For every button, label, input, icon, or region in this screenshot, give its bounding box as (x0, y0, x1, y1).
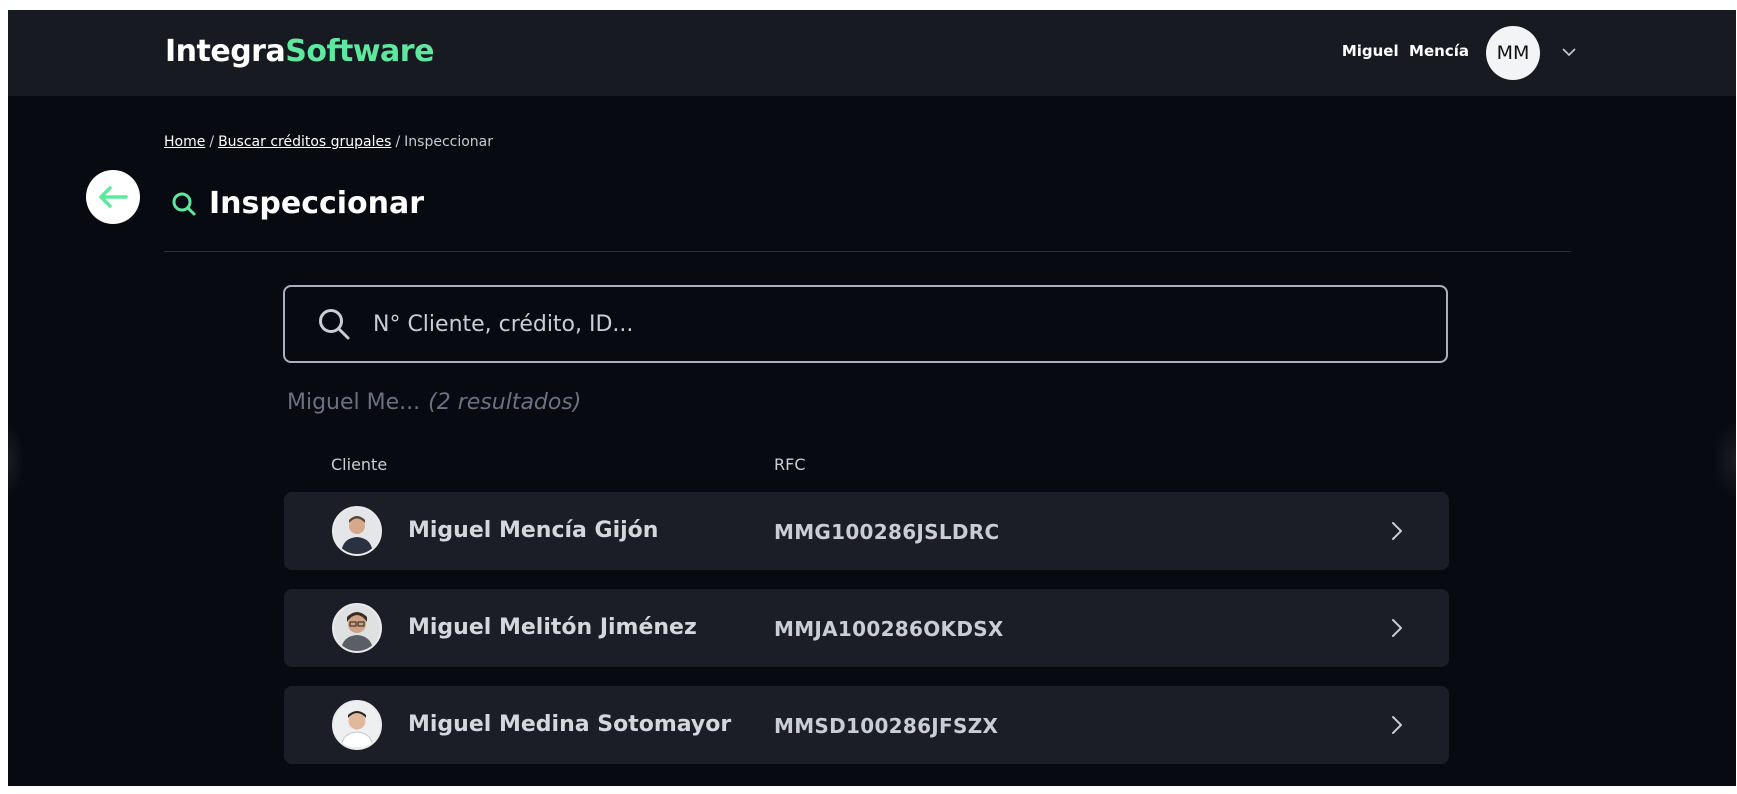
chevron-right-icon (1392, 522, 1402, 540)
chevron-right-icon (1392, 619, 1402, 637)
table-row[interactable]: Miguel Medina Sotomayor MMSD100286JFSZX (284, 686, 1449, 764)
column-header-client: Cliente (331, 455, 388, 474)
scroll-edge-left (8, 420, 24, 500)
logo[interactable]: IntegraSoftware (165, 34, 434, 69)
logo-part-software: Software (285, 34, 434, 69)
breadcrumb-separator: / (395, 134, 401, 150)
results-query: Miguel Me... (287, 390, 421, 415)
client-avatar (332, 603, 382, 653)
table-row[interactable]: Miguel Melitón Jiménez MMJA100286OKDSX (284, 589, 1449, 667)
client-name: Miguel Medina Sotomayor (408, 712, 732, 737)
page-title-row: Inspeccionar (171, 186, 424, 221)
scroll-edge-right (1712, 420, 1736, 500)
search-icon (319, 309, 350, 340)
results-count: (2 resultados) (428, 390, 582, 415)
logo-part-integra: Integra (165, 34, 286, 69)
client-avatar (332, 700, 382, 750)
breadcrumb-search[interactable]: Buscar créditos grupales (218, 134, 391, 150)
search-box[interactable] (283, 285, 1448, 363)
back-button[interactable] (86, 170, 140, 224)
arrow-left-icon (99, 186, 128, 208)
client-avatar (332, 506, 382, 556)
client-name: Miguel Mencía Gijón (408, 518, 659, 543)
user-name: Miguel Mencía (1341, 42, 1469, 60)
client-rfc: MMG100286JSLDRC (774, 520, 1000, 544)
table-row[interactable]: Miguel Mencía Gijón MMG100286JSLDRC (284, 492, 1449, 570)
client-rfc: MMJA100286OKDSX (774, 617, 1004, 641)
client-name: Miguel Melitón Jiménez (408, 615, 697, 640)
breadcrumb-separator: / (209, 134, 215, 150)
page-title: Inspeccionar (209, 186, 425, 221)
breadcrumb-current: Inspeccionar (404, 134, 494, 150)
results-summary: Miguel Me... (2 resultados) (287, 390, 581, 415)
column-header-rfc: RFC (774, 455, 806, 474)
top-bar: IntegraSoftware Miguel Mencía MM (8, 10, 1736, 96)
chevron-down-icon[interactable] (1560, 43, 1578, 61)
chevron-right-icon (1392, 716, 1402, 734)
user-avatar[interactable]: MM (1486, 26, 1540, 80)
client-rfc: MMSD100286JFSZX (774, 714, 999, 738)
divider (164, 251, 1571, 252)
breadcrumb-home[interactable]: Home (164, 134, 205, 150)
search-input[interactable] (373, 304, 1446, 344)
search-icon (172, 192, 196, 215)
breadcrumb: Home / Buscar créditos grupales / Inspeccion… (164, 134, 493, 150)
app-frame: IntegraSoftware Miguel Mencía MM Home / Bu… (8, 10, 1736, 786)
